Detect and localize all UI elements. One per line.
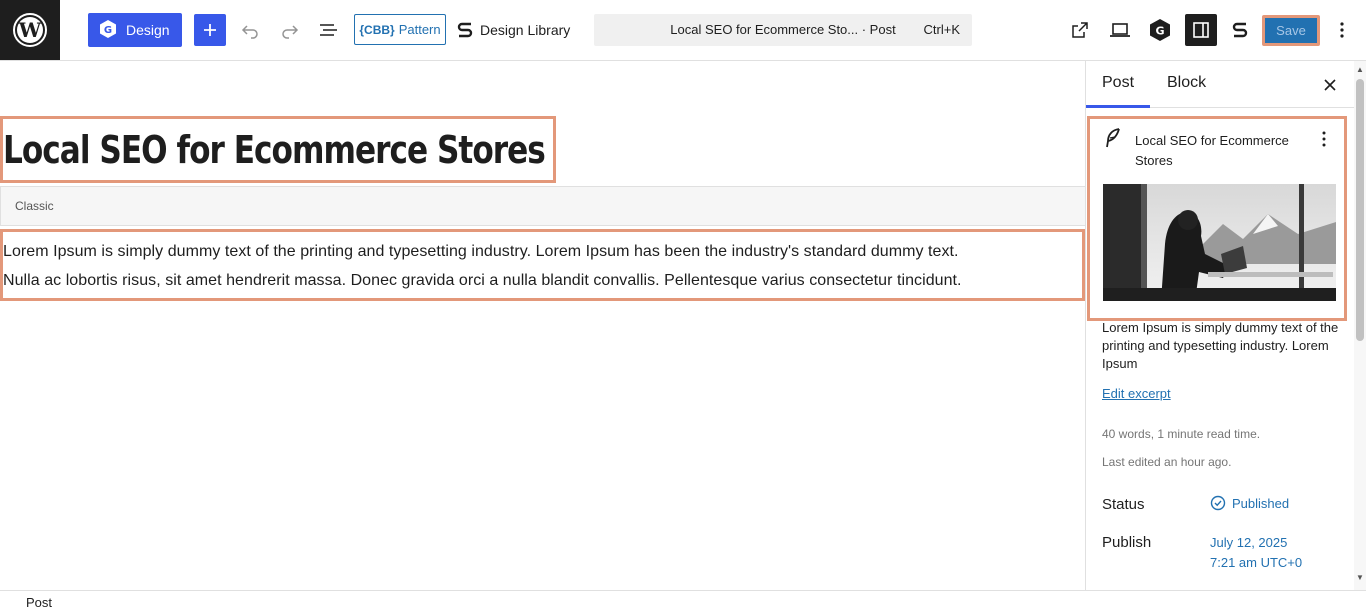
g-logo-icon: G	[98, 19, 118, 42]
design-button-label: Design	[126, 22, 170, 38]
undo-icon	[241, 25, 258, 39]
check-circle-icon	[1210, 495, 1226, 511]
last-edited: Last edited an hour ago.	[1102, 455, 1232, 469]
paragraph-line: Nulla ac lobortis risus, sit amet hendre…	[3, 272, 962, 289]
list-view-icon	[320, 24, 337, 36]
g-plugin-button[interactable]: G	[1144, 14, 1176, 46]
status-label: Status	[1102, 496, 1145, 513]
external-link-icon	[1072, 22, 1088, 38]
editor-header: W G Design {CBB} Pattern Design Library …	[0, 0, 1366, 61]
tab-post[interactable]: Post	[1102, 74, 1134, 92]
options-menu-button[interactable]	[1326, 14, 1358, 46]
redo-button[interactable]	[274, 14, 306, 46]
g-badge-icon: G	[1150, 19, 1170, 41]
sidebar-toggle-icon	[1193, 22, 1209, 38]
pattern-button[interactable]: {CBB} Pattern	[354, 14, 446, 45]
kebab-icon	[1322, 131, 1326, 147]
paragraph-line: Lorem Ipsum is simply dummy text of the …	[3, 243, 959, 260]
word-count: 40 words, 1 minute read time.	[1102, 427, 1261, 441]
command-palette-bar[interactable]: Local SEO for Ecommerce Sto... · Post Ct…	[594, 14, 972, 46]
pattern-button-label: Pattern	[398, 22, 441, 37]
save-button[interactable]: Save	[1262, 15, 1320, 46]
classic-content-block[interactable]: Lorem Ipsum is simply dummy text of the …	[0, 229, 1085, 301]
list-view-button[interactable]	[313, 14, 345, 46]
editor-canvas: Local SEO for Ecommerce Stores Classic L…	[0, 61, 1085, 590]
close-sidebar-button[interactable]	[1318, 73, 1342, 97]
document-title: Local SEO for Ecommerce Sto... · Post	[670, 22, 896, 37]
add-block-button[interactable]	[194, 14, 226, 46]
post-summary-card: Local SEO for Ecommerce Stores	[1087, 116, 1347, 321]
post-actions-button[interactable]	[1316, 129, 1332, 149]
close-icon	[1324, 79, 1336, 91]
post-card-title: Local SEO for Ecommerce Stores	[1135, 133, 1289, 168]
scrollbar-thumb[interactable]	[1356, 79, 1364, 341]
post-title[interactable]: Local SEO for Ecommerce Stores	[3, 128, 546, 172]
redo-icon	[282, 25, 299, 39]
kebab-icon	[1340, 22, 1344, 38]
view-post-button[interactable]	[1064, 14, 1096, 46]
stackable-icon	[457, 22, 473, 38]
post-title-block[interactable]: Local SEO for Ecommerce Stores	[0, 116, 556, 183]
svg-text:W: W	[18, 18, 42, 42]
design-button[interactable]: G Design	[88, 13, 182, 47]
publish-date: July 12, 2025	[1210, 535, 1288, 550]
keyboard-shortcut: Ctrl+K	[923, 22, 960, 37]
stackable-settings-button[interactable]	[1224, 14, 1256, 46]
classic-block-toolbar[interactable]: Classic	[0, 186, 1085, 226]
publish-label: Publish	[1102, 534, 1152, 551]
publish-date-button[interactable]: July 12, 2025 7:21 am UTC+0	[1210, 533, 1302, 573]
settings-sidebar: Post Block ▲ ▼ Local SEO for Ecommerce S…	[1085, 61, 1366, 590]
stackable-icon	[1232, 22, 1248, 38]
settings-sidebar-toggle[interactable]	[1185, 14, 1217, 46]
undo-button[interactable]	[234, 14, 266, 46]
featured-image[interactable]	[1103, 184, 1336, 301]
svg-text:G: G	[1155, 25, 1164, 38]
svg-text:G: G	[104, 25, 112, 36]
scroll-up-arrow[interactable]: ▲	[1356, 65, 1364, 74]
classic-label: Classic	[15, 199, 54, 213]
tab-block[interactable]: Block	[1167, 74, 1206, 92]
status-dropdown[interactable]: Published	[1210, 495, 1289, 511]
desktop-preview-icon	[1110, 23, 1130, 37]
block-breadcrumb-bar: Post	[0, 590, 1366, 615]
publish-time: 7:21 am UTC+0	[1210, 555, 1303, 570]
sidebar-tabs: Post Block	[1086, 61, 1366, 108]
post-excerpt: Lorem Ipsum is simply dummy text of the …	[1102, 320, 1339, 371]
wordpress-logo-icon[interactable]: W	[0, 0, 60, 60]
design-library-button[interactable]: Design Library	[456, 14, 570, 46]
plus-icon	[204, 24, 216, 36]
cbb-badge: {CBB}	[359, 22, 395, 37]
edit-excerpt-link[interactable]: Edit excerpt	[1102, 386, 1171, 401]
status-value: Published	[1232, 495, 1290, 511]
active-tab-indicator	[1086, 105, 1150, 108]
breadcrumb-post[interactable]: Post	[26, 595, 52, 610]
feather-icon	[1104, 128, 1122, 153]
scroll-down-arrow[interactable]: ▼	[1356, 573, 1364, 582]
design-library-label: Design Library	[480, 22, 571, 38]
preview-button[interactable]	[1104, 14, 1136, 46]
